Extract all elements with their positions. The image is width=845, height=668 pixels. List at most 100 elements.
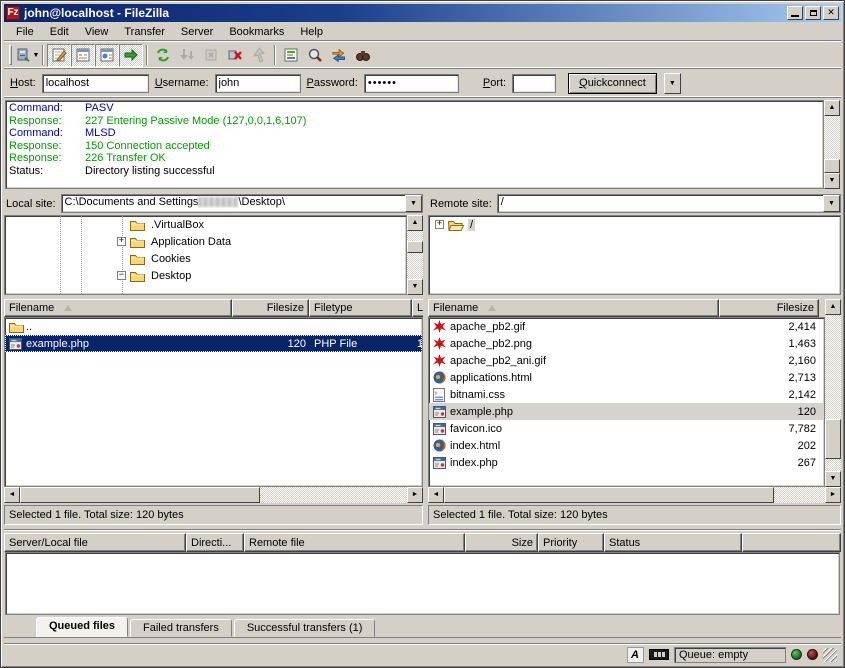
menu-bookmarks[interactable]: Bookmarks [221, 24, 292, 40]
tree-item[interactable]: +Application Data [5, 233, 406, 250]
queue-list[interactable] [5, 552, 840, 615]
file-row[interactable]: apache_pb2.gif2,414 [429, 318, 824, 335]
quickconnect-button[interactable]: Quickconnect [568, 73, 657, 94]
remote-directory-tree[interactable]: +/ [428, 215, 841, 295]
queue-column-Remote file[interactable]: Remote file [244, 533, 465, 552]
remote-site-combo[interactable]: / ▼ [497, 194, 841, 213]
scroll-thumb[interactable] [825, 419, 841, 459]
queue-tab[interactable]: Successful transfers (1) [234, 619, 376, 637]
queue-column-Directi...[interactable]: Directi... [186, 533, 244, 552]
scroll-thumb[interactable] [407, 241, 423, 253]
file-row[interactable]: index.html202 [429, 437, 824, 454]
host-input[interactable] [42, 74, 149, 93]
menu-help[interactable]: Help [292, 24, 331, 40]
local-file-list[interactable]: ..example.php120PHP File1 [4, 317, 423, 487]
queue-tab[interactable]: Failed transfers [130, 619, 232, 637]
local-directory-tree[interactable]: .VirtualBox+Application DataCookies−Desk… [4, 215, 407, 295]
file-row[interactable]: index.php267 [429, 454, 824, 471]
file-row[interactable]: .. [5, 318, 422, 335]
maximize-button[interactable] [805, 6, 821, 20]
site-manager-button[interactable]: ▼ [15, 44, 39, 67]
disconnect-button[interactable] [223, 44, 247, 67]
tree-item[interactable]: Cookies [5, 250, 406, 267]
scroll-down-icon[interactable]: ▼ [407, 279, 423, 295]
column-header-L[interactable]: L [412, 299, 423, 317]
close-button[interactable]: ✕ [823, 6, 839, 20]
local-horizontal-scrollbar[interactable]: ◄ ► [4, 487, 423, 503]
file-row[interactable]: bitnami.css2,142 [429, 386, 824, 403]
tree-expander-icon[interactable]: − [117, 271, 126, 280]
queue-column-Server/Local file[interactable]: Server/Local file [4, 533, 186, 552]
reconnect-button[interactable] [247, 44, 271, 67]
scroll-down-icon[interactable]: ▼ [824, 173, 840, 189]
queue-column-spacer[interactable] [742, 533, 841, 552]
port-input[interactable] [512, 74, 556, 93]
synchronized-browsing-button[interactable] [327, 44, 351, 67]
column-header-Filesize[interactable]: Filesize [232, 299, 309, 317]
menu-view[interactable]: View [77, 24, 117, 40]
resize-grip[interactable] [823, 648, 837, 662]
column-header-Filesize[interactable]: Filesize [719, 299, 819, 317]
menu-server[interactable]: Server [173, 24, 221, 40]
scroll-up-icon[interactable]: ▲ [407, 215, 423, 231]
remote-site-dropdown-icon[interactable]: ▼ [823, 195, 840, 212]
tree-expander-icon[interactable]: + [435, 220, 444, 229]
directory-filters-button[interactable] [279, 44, 303, 67]
toggle-transfer-queue-button[interactable] [119, 44, 143, 67]
scroll-down-icon[interactable]: ▼ [825, 471, 841, 487]
column-header-Filename[interactable]: Filename [4, 299, 232, 317]
find-files-button[interactable] [351, 44, 375, 67]
scroll-thumb[interactable] [824, 159, 840, 173]
toolbar-separator [146, 45, 148, 65]
queue-column-Status[interactable]: Status [604, 533, 742, 552]
column-header-Filetype[interactable]: Filetype [309, 299, 412, 317]
menu-transfer[interactable]: Transfer [116, 24, 173, 40]
tree-item[interactable]: −Desktop [5, 267, 406, 284]
queue-column-Size[interactable]: Size [465, 533, 538, 552]
queue-tab[interactable]: Queued files [36, 617, 128, 637]
cancel-operation-button[interactable] [199, 44, 223, 67]
file-row[interactable]: applications.html2,713 [429, 369, 824, 386]
scroll-up-icon[interactable]: ▲ [825, 299, 841, 315]
title-bar[interactable]: Fz john@localhost - FileZilla ✕ [4, 4, 841, 22]
password-input[interactable] [364, 74, 459, 93]
tree-item[interactable]: +/ [429, 216, 840, 233]
remote-horizontal-scrollbar[interactable]: ◄ ► [428, 487, 841, 503]
process-queue-button[interactable] [175, 44, 199, 67]
remote-list-scrollbar[interactable]: ▲ ▼ [825, 299, 841, 487]
toggle-message-log-button[interactable] [47, 44, 71, 67]
scroll-right-icon[interactable]: ► [825, 487, 841, 503]
scroll-thumb[interactable] [20, 487, 260, 503]
scroll-left-icon[interactable]: ◄ [4, 487, 20, 503]
site-manager-dropdown-icon[interactable]: ▼ [33, 52, 40, 59]
scroll-left-icon[interactable]: ◄ [428, 487, 444, 503]
scroll-up-icon[interactable]: ▲ [824, 100, 840, 116]
tree-item[interactable]: .VirtualBox [5, 216, 406, 233]
file-row[interactable]: example.php120 [429, 403, 824, 420]
queue-column-Priority[interactable]: Priority [538, 533, 604, 552]
message-log[interactable]: Command:PASVResponse:227 Entering Passiv… [5, 100, 824, 189]
toggle-local-tree-button[interactable] [71, 44, 95, 67]
file-row[interactable]: favicon.ico7,782 [429, 420, 824, 437]
minimize-button[interactable] [787, 6, 803, 20]
refresh-button[interactable] [151, 44, 175, 67]
toggle-remote-tree-button[interactable] [95, 44, 119, 67]
scroll-right-icon[interactable]: ► [407, 487, 423, 503]
message-log-scrollbar[interactable]: ▲ ▼ [824, 100, 840, 189]
remote-file-list[interactable]: apache_pb2.gif2,414apache_pb2.png1,463ap… [428, 317, 825, 487]
menu-edit[interactable]: Edit [42, 24, 77, 40]
scroll-thumb[interactable] [444, 487, 774, 503]
file-row[interactable]: example.php120PHP File1 [5, 335, 422, 352]
file-row[interactable]: apache_pb2.png1,463 [429, 335, 824, 352]
directory-comparison-button[interactable] [303, 44, 327, 67]
username-input[interactable] [215, 74, 301, 93]
toolbar-grip[interactable] [9, 45, 12, 65]
file-row[interactable]: apache_pb2_ani.gif2,160 [429, 352, 824, 369]
tree-expander-icon[interactable]: + [117, 237, 126, 246]
column-header-Filename[interactable]: Filename [428, 299, 719, 317]
local-site-combo[interactable]: C:\Documents and Settings\Desktop\ ▼ [61, 194, 423, 213]
quickconnect-dropdown-icon[interactable]: ▼ [664, 73, 681, 94]
menu-file[interactable]: File [8, 24, 42, 40]
local-tree-scrollbar[interactable]: ▲ ▼ [407, 215, 423, 295]
local-site-dropdown-icon[interactable]: ▼ [405, 195, 422, 212]
